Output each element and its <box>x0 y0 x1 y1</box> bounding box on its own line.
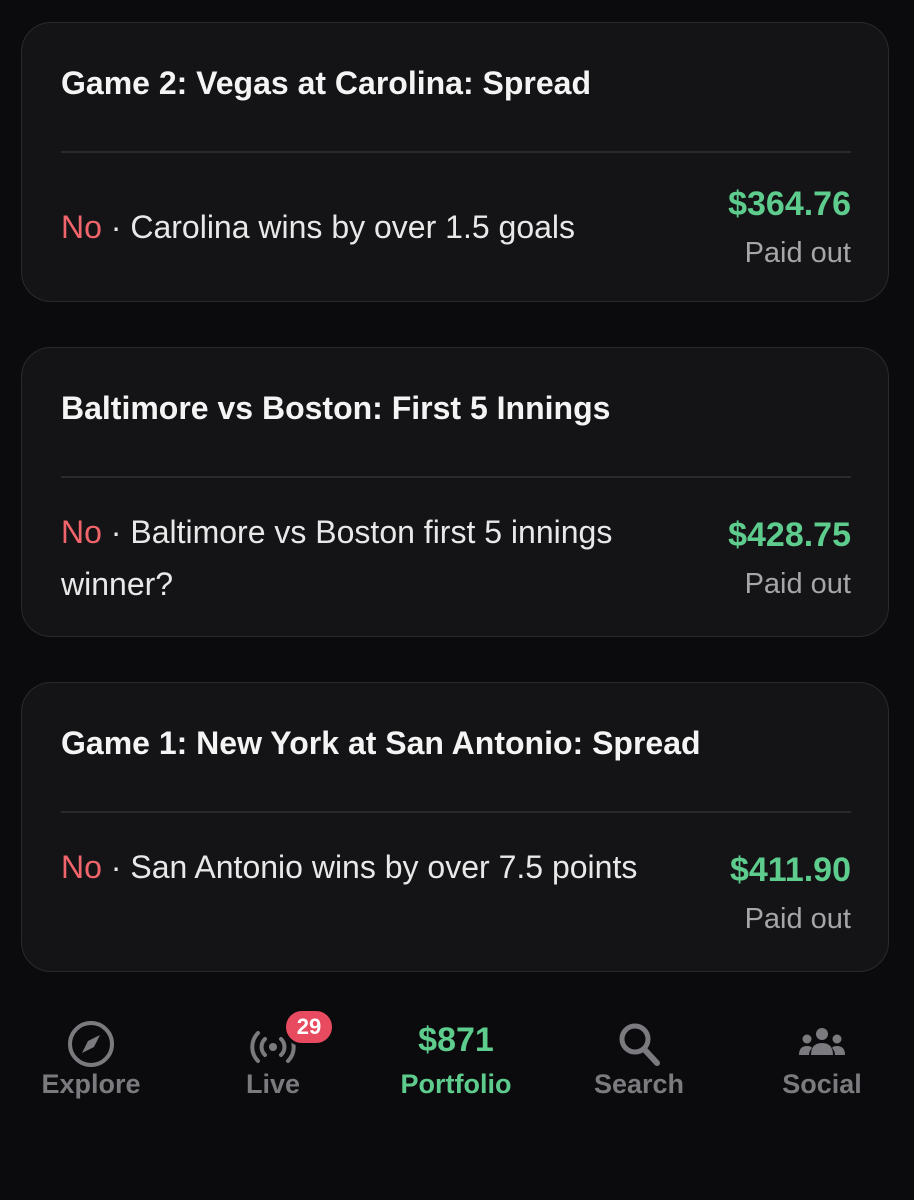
nav-label-live: Live <box>245 1069 301 1099</box>
payout-status: Paid out <box>744 237 851 269</box>
portfolio-screen: Game 2: Vegas at Carolina: Spread No · C… <box>0 0 914 1200</box>
separator: · <box>110 209 122 245</box>
nav-social[interactable]: Social <box>731 1005 913 1115</box>
payout-status: Paid out <box>744 568 851 600</box>
nav-live[interactable]: 29 Live <box>182 1005 364 1115</box>
position-description: No · Baltimore vs Boston first 5 innings… <box>61 506 651 610</box>
position-card[interactable]: Game 1: New York at San Antonio: Spread … <box>21 682 889 972</box>
nav-portfolio[interactable]: $871 Portfolio <box>365 1005 547 1115</box>
position-description: No · San Antonio wins by over 7.5 points <box>61 841 651 893</box>
live-count-badge: 29 <box>283 1008 335 1046</box>
side-label: No <box>61 514 102 550</box>
nav-search[interactable]: Search <box>548 1005 730 1115</box>
search-icon <box>619 1023 660 1066</box>
portfolio-value: $871 <box>418 1021 494 1059</box>
position-card[interactable]: Game 2: Vegas at Carolina: Spread No · C… <box>21 22 889 302</box>
bottom-nav: Explore 29 Live $871 Portfolio Search So… <box>0 1005 914 1125</box>
divider <box>61 811 851 813</box>
compass-icon <box>68 1021 114 1067</box>
divider <box>61 476 851 478</box>
side-label: No <box>61 849 102 885</box>
side-label: No <box>61 209 102 245</box>
payout-amount: $428.75 <box>728 516 851 554</box>
divider <box>61 151 851 153</box>
payout-amount: $364.76 <box>728 185 851 223</box>
position-description: No · Carolina wins by over 1.5 goals <box>61 201 651 253</box>
nav-label-search: Search <box>593 1069 685 1099</box>
nav-explore[interactable]: Explore <box>0 1005 182 1115</box>
market-title: Game 1: New York at San Antonio: Spread <box>61 725 701 761</box>
payout-amount: $411.90 <box>729 851 851 889</box>
market-title: Baltimore vs Boston: First 5 Innings <box>61 390 611 426</box>
outcome-text: San Antonio wins by over 7.5 points <box>130 849 638 885</box>
market-title: Game 2: Vegas at Carolina: Spread <box>61 65 591 101</box>
position-card[interactable]: Baltimore vs Boston: First 5 Innings No … <box>21 347 889 637</box>
outcome-text: Carolina wins by over 1.5 goals <box>130 209 576 245</box>
separator: · <box>110 514 122 550</box>
nav-label-explore: Explore <box>41 1069 141 1099</box>
people-icon <box>799 1028 845 1055</box>
separator: · <box>110 849 122 885</box>
nav-label-social: Social <box>782 1069 862 1099</box>
outcome-text: Baltimore vs Boston first 5 innings winn… <box>61 514 613 602</box>
nav-label-portfolio: Portfolio <box>400 1069 512 1099</box>
payout-status: Paid out <box>744 903 851 935</box>
